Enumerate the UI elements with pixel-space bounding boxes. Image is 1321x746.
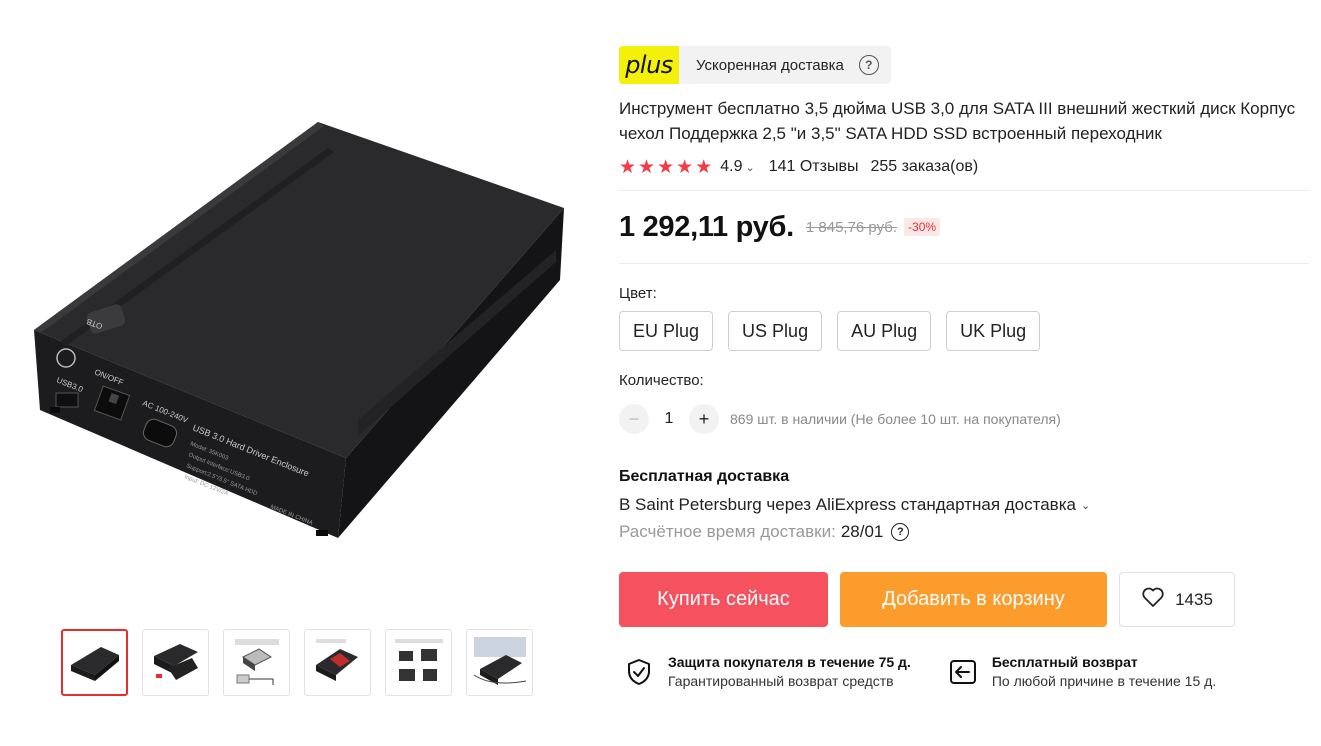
thumbnail-strip — [61, 629, 533, 696]
delivery-eta: Расчётное время доставки: 28/01 ? — [619, 522, 1309, 542]
help-icon[interactable]: ? — [858, 55, 879, 75]
shipping-title: Бесплатная доставка — [619, 468, 790, 485]
free-return-title: Бесплатный возврат — [991, 654, 1138, 670]
star-icon: ★ — [638, 156, 656, 178]
add-to-cart-button[interactable]: Добавить в корзину — [840, 572, 1107, 627]
thumbnail-2[interactable] — [142, 629, 209, 696]
thumbnail-6[interactable] — [466, 629, 533, 696]
star-icon: ★ — [695, 156, 713, 178]
rating-row: ★ ★ ★ ★ ★ 4.9 ⌄ 141 Отзывы 255 заказа(ов… — [619, 156, 1309, 178]
shield-check-icon — [624, 657, 654, 687]
star-rating: ★ ★ ★ ★ ★ — [619, 156, 712, 179]
star-icon: ★ — [657, 156, 675, 178]
buyer-protection: Защита покупателя в течение 75 д. Гарант… — [619, 654, 911, 689]
thumbnail-3[interactable] — [223, 629, 290, 696]
wishlist-count: 1435 — [1175, 589, 1213, 609]
plus-logo: plus — [619, 46, 679, 84]
product-info: plus Ускоренная доставка ? Инструмент бе… — [619, 46, 1309, 689]
color-label: Цвет: — [619, 285, 657, 302]
quantity-stepper: − 1 + 869 шт. в наличии (Не более 10 шт.… — [619, 404, 1309, 434]
eta-label: Расчётное время доставки: — [619, 522, 836, 541]
option-us-plug[interactable]: US Plug — [728, 311, 823, 351]
option-eu-plug[interactable]: EU Plug — [619, 311, 714, 351]
eta-value: 28/01 — [840, 522, 884, 541]
shipping-method-text[interactable]: В Saint Petersburg через AliExpress стан… — [619, 495, 1076, 515]
product-main-image[interactable]: OTB USB3.0 ON/OFF AC 100-240V USB 3.0 Ha… — [20, 60, 580, 590]
guarantees: Защита покупателя в течение 75 д. Гарант… — [619, 654, 1309, 689]
rating-value[interactable]: 4.9 — [720, 158, 742, 176]
quantity-label: Количество: — [619, 372, 704, 389]
chevron-down-icon[interactable]: ⌄ — [745, 161, 754, 174]
star-icon: ★ — [676, 156, 694, 178]
return-icon — [948, 657, 978, 687]
buy-now-button[interactable]: Купить сейчас — [619, 572, 828, 627]
buyer-protection-title: Защита покупателя в течение 75 д. — [668, 654, 911, 670]
help-icon[interactable]: ? — [891, 523, 910, 541]
fast-delivery-banner: plus Ускоренная доставка ? — [619, 46, 891, 84]
option-uk-plug[interactable]: UK Plug — [946, 311, 1041, 351]
stock-info: 869 шт. в наличии (Не более 10 шт. на по… — [730, 411, 1061, 427]
current-price: 1 292,11 руб. — [619, 210, 794, 243]
color-options: EU Plug US Plug AU Plug UK Plug — [619, 311, 1309, 351]
option-au-plug[interactable]: AU Plug — [837, 311, 932, 351]
decrease-quantity-button[interactable]: − — [619, 404, 649, 434]
wishlist-button[interactable]: 1435 — [1119, 572, 1235, 627]
buyer-protection-subtitle: Гарантированный возврат средств — [668, 673, 894, 689]
price-row: 1 292,11 руб. 1 845,76 руб. -30% — [619, 191, 1309, 263]
old-price: 1 845,76 руб. — [805, 218, 898, 236]
discount-badge: -30% — [904, 218, 941, 236]
heart-icon — [1141, 586, 1165, 613]
thumbnail-1[interactable] — [61, 629, 128, 696]
thumbnail-5[interactable] — [385, 629, 452, 696]
quantity-value[interactable]: 1 — [649, 410, 689, 428]
increase-quantity-button[interactable]: + — [689, 404, 719, 434]
shipping-method[interactable]: В Saint Petersburg через AliExpress стан… — [619, 495, 1309, 515]
free-return: Бесплатный возврат По любой причине в те… — [943, 654, 1216, 689]
reviews-link[interactable]: 141 Отзывы — [769, 158, 859, 176]
thumbnail-4[interactable] — [304, 629, 371, 696]
chevron-down-icon[interactable]: ⌄ — [1081, 499, 1090, 512]
action-buttons: Купить сейчас Добавить в корзину 1435 — [619, 572, 1309, 627]
product-title: Инструмент бесплатно 3,5 дюйма USB 3,0 д… — [619, 99, 1296, 143]
orders-count: 255 заказа(ов) — [870, 158, 979, 175]
star-icon: ★ — [619, 156, 637, 178]
divider — [619, 263, 1309, 264]
free-return-subtitle: По любой причине в течение 15 д. — [991, 673, 1217, 689]
fast-delivery-text: Ускоренная доставка — [696, 56, 844, 74]
